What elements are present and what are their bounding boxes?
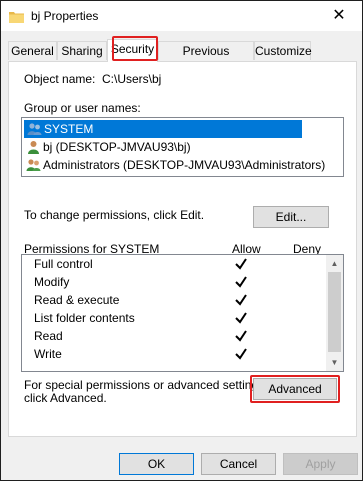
tab-general[interactable]: General [8, 41, 57, 60]
permissions-scrollbar[interactable]: ▲ ▼ [326, 255, 343, 371]
edit-button[interactable]: Edit... [253, 206, 329, 228]
scroll-up-icon[interactable]: ▲ [326, 255, 343, 272]
apply-button[interactable]: Apply [283, 453, 358, 475]
allow-check-icon [235, 276, 247, 288]
list-item: Full control [22, 255, 322, 273]
permission-name: Modify [34, 275, 70, 289]
permission-name: Full control [34, 257, 93, 271]
object-name-label: Object name: [24, 72, 96, 86]
list-item: Modify [22, 273, 322, 291]
advanced-text-line-2: click Advanced. [24, 391, 107, 405]
properties-window: bj Properties ✕ General Sharing Security… [0, 0, 363, 481]
group-name: Administrators (DESKTOP-JMVAU93\Administ… [43, 158, 326, 172]
permission-name: Read [34, 329, 63, 343]
tab-customize[interactable]: Customize [254, 41, 312, 60]
users-group-icon [26, 159, 41, 171]
scroll-down-icon[interactable]: ▼ [326, 354, 343, 371]
user-icon [28, 141, 39, 154]
permission-name: List folder contents [34, 311, 135, 325]
allow-check-icon [235, 330, 247, 342]
window-title: bj Properties [31, 9, 99, 23]
list-item: Write [22, 345, 322, 363]
group-name: SYSTEM [44, 122, 94, 136]
list-item[interactable]: bj (DESKTOP-JMVAU93\bj) [23, 138, 191, 156]
list-item[interactable]: Administrators (DESKTOP-JMVAU93\Administ… [23, 156, 325, 174]
cancel-button[interactable]: Cancel [201, 453, 276, 475]
permissions-list[interactable]: Full control Modify Read & execute List … [21, 254, 344, 372]
close-button[interactable]: ✕ [316, 1, 362, 31]
scroll-thumb[interactable] [328, 272, 341, 352]
tab-previous-versions[interactable]: Previous Versions [158, 41, 254, 77]
users-group-icon [27, 123, 42, 135]
permission-name: Write [34, 347, 62, 361]
change-permissions-text: To change permissions, click Edit. [24, 208, 205, 222]
group-user-list[interactable]: SYSTEM bj (DESKTOP-JMVAU93\bj) Administr… [21, 117, 344, 177]
list-item: List folder contents [22, 309, 322, 327]
list-item: Read & execute [22, 291, 322, 309]
advanced-button-highlight [250, 375, 340, 403]
security-panel: Object name: C:\Users\bj Group or user n… [8, 61, 357, 437]
ok-button[interactable]: OK [119, 453, 194, 475]
allow-check-icon [235, 312, 247, 324]
close-icon: ✕ [332, 7, 346, 24]
security-tab-highlight [112, 36, 158, 61]
group-name: bj (DESKTOP-JMVAU93\bj) [43, 140, 191, 154]
list-item[interactable]: SYSTEM [24, 120, 302, 138]
list-item: Read [22, 327, 322, 345]
allow-check-icon [235, 348, 247, 360]
allow-check-icon [235, 294, 247, 306]
object-name-value: C:\Users\bj [102, 72, 162, 86]
permission-name: Read & execute [34, 293, 120, 307]
title-bar: bj Properties ✕ [1, 1, 362, 31]
advanced-text-line-1: For special permissions or advanced sett… [24, 378, 268, 392]
group-names-label: Group or user names: [24, 101, 141, 115]
allow-check-icon [235, 258, 247, 270]
tab-sharing[interactable]: Sharing [57, 41, 107, 60]
folder-icon [9, 12, 24, 23]
